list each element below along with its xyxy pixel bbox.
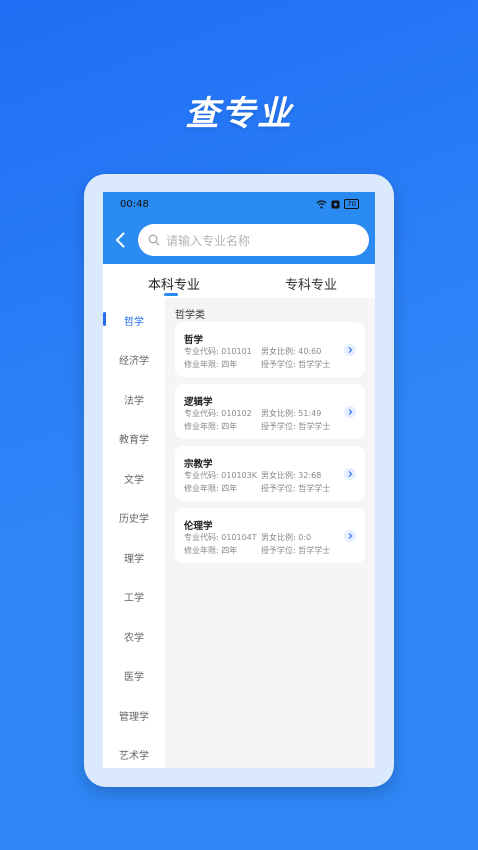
sidebar-item-history[interactable]: 历史学 (103, 510, 165, 525)
sidebar-item-art[interactable]: 艺术学 (103, 747, 165, 762)
search-input[interactable]: 请输入专业名称 (138, 224, 369, 256)
major-info-row: 专业代码: 010104T 男女比例: 0:0 (184, 532, 311, 543)
phone-frame: 00:48 70 请输入专业名称 本科专业 专科专业 哲学 经济学 法学 教育学… (84, 174, 394, 787)
tab-junior-college[interactable]: 专科专业 (285, 274, 337, 293)
header: 请输入专业名称 (103, 218, 375, 264)
study-years: 修业年限: 四年 (184, 484, 238, 493)
major-card[interactable]: 宗教学 专业代码: 010103K 男女比例: 32:68 修业年限: 四年 授… (175, 446, 365, 501)
wifi-icon (316, 199, 327, 209)
major-name: 逻辑学 (184, 397, 213, 408)
chevron-right-icon (344, 468, 356, 480)
major-info-row: 修业年限: 四年 授予学位: 哲学学士 (184, 359, 330, 370)
degree: 授予学位: 哲学学士 (261, 360, 331, 369)
chevron-right-icon (344, 344, 356, 356)
sidebar-item-management[interactable]: 管理学 (103, 708, 165, 723)
sidebar-item-law[interactable]: 法学 (103, 392, 165, 407)
chevron-right-icon (344, 530, 356, 542)
sidebar-item-science[interactable]: 理学 (103, 550, 165, 565)
status-icons: 70 (316, 199, 359, 209)
major-card[interactable]: 伦理学 专业代码: 010104T 男女比例: 0:0 修业年限: 四年 授予学… (175, 508, 365, 563)
gender-ratio: 男女比例: 32:68 (261, 471, 322, 480)
study-years: 修业年限: 四年 (184, 422, 238, 431)
chevron-right-icon (344, 406, 356, 418)
major-name: 宗教学 (184, 459, 213, 470)
major-info-row: 专业代码: 010102 男女比例: 51:49 (184, 408, 321, 419)
hero-title: 查专业 (185, 94, 293, 134)
degree: 授予学位: 哲学学士 (261, 484, 331, 493)
major-info-row: 修业年限: 四年 授予学位: 哲学学士 (184, 421, 330, 432)
gender-ratio: 男女比例: 51:49 (261, 409, 322, 418)
major-code: 专业代码: 010102 (184, 409, 252, 418)
major-info-row: 专业代码: 010101 男女比例: 40:60 (184, 346, 321, 357)
status-bar: 00:48 70 (103, 192, 375, 218)
major-info-row: 修业年限: 四年 授予学位: 哲学学士 (184, 483, 330, 494)
degree: 授予学位: 哲学学士 (261, 422, 331, 431)
search-placeholder: 请输入专业名称 (166, 233, 251, 248)
major-card[interactable]: 哲学 专业代码: 010101 男女比例: 40:60 修业年限: 四年 授予学… (175, 322, 365, 377)
major-card[interactable]: 逻辑学 专业代码: 010102 男女比例: 51:49 修业年限: 四年 授予… (175, 384, 365, 439)
gender-ratio: 男女比例: 0:0 (261, 533, 312, 542)
sidebar-item-philosophy[interactable]: 哲学 (103, 313, 165, 328)
major-code: 专业代码: 010104T (184, 533, 257, 542)
notification-icon (331, 200, 340, 208)
status-time: 00:48 (120, 199, 149, 210)
tab-active-indicator (164, 293, 178, 296)
major-code: 专业代码: 010103K (184, 471, 258, 480)
gender-ratio: 男女比例: 40:60 (261, 347, 322, 356)
sidebar-item-education[interactable]: 教育学 (103, 431, 165, 446)
degree: 授予学位: 哲学学士 (261, 546, 331, 555)
study-years: 修业年限: 四年 (184, 546, 238, 555)
major-code: 专业代码: 010101 (184, 347, 252, 356)
tab-undergraduate[interactable]: 本科专业 (148, 274, 200, 293)
search-icon (148, 234, 160, 246)
major-name: 伦理学 (184, 521, 213, 532)
back-arrow-icon[interactable] (113, 230, 129, 250)
study-years: 修业年限: 四年 (184, 360, 238, 369)
sidebar-item-literature[interactable]: 文学 (103, 471, 165, 486)
sidebar-item-economics[interactable]: 经济学 (103, 352, 165, 367)
category-title: 哲学类 (175, 310, 205, 321)
major-list: 哲学类 哲学 专业代码: 010101 男女比例: 40:60 修业年限: 四年… (165, 298, 375, 768)
sidebar-item-agriculture[interactable]: 农学 (103, 629, 165, 644)
tab-bar: 本科专业 专科专业 (103, 264, 375, 298)
battery-icon: 70 (344, 199, 359, 209)
major-name: 哲学 (184, 335, 204, 346)
app-screen: 00:48 70 请输入专业名称 本科专业 专科专业 哲学 经济学 法学 教育学… (103, 192, 375, 768)
major-info-row: 专业代码: 010103K 男女比例: 32:68 (184, 470, 321, 481)
category-sidebar: 哲学 经济学 法学 教育学 文学 历史学 理学 工学 农学 医学 管理学 艺术学 (103, 298, 165, 768)
sidebar-item-medicine[interactable]: 医学 (103, 668, 165, 683)
major-info-row: 修业年限: 四年 授予学位: 哲学学士 (184, 545, 330, 556)
sidebar-item-engineering[interactable]: 工学 (103, 589, 165, 604)
